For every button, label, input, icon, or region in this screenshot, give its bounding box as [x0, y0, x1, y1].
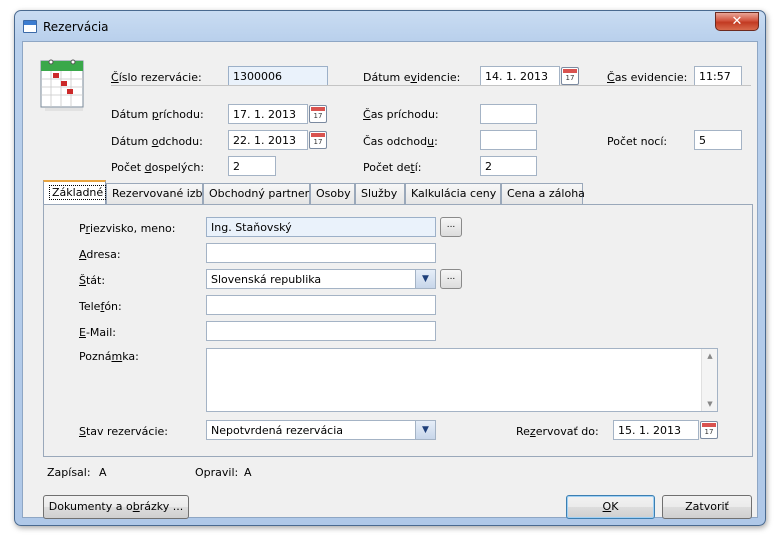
nights-field[interactable]: 5 [694, 130, 742, 150]
title-bar[interactable]: Rezervácia ✕ [15, 11, 765, 41]
children-label: Počet detí: [363, 161, 422, 174]
departure-time-label: Čas odchodu: [363, 135, 438, 148]
status-label: Stav rezervácie: [79, 425, 168, 438]
reserve-until-field[interactable]: 15. 1. 2013 [613, 420, 699, 440]
record-date-label: Dátum evidencie: [363, 71, 461, 84]
departure-date-field[interactable]: 22. 1. 2013 [228, 130, 308, 150]
reservation-number-label: Číslo rezervácie: [111, 71, 202, 84]
record-time-label: Čas evidencie: [607, 71, 688, 84]
state-combobox[interactable]: Slovenská republika ▼ [206, 269, 436, 289]
tab-persons[interactable]: Osoby [310, 183, 355, 204]
phone-field[interactable] [206, 295, 436, 315]
arrival-time-field[interactable] [480, 104, 537, 124]
state-combobox-value: Slovenská republika [211, 273, 322, 286]
arrival-date-label: Dátum príchodu: [111, 108, 204, 121]
address-field[interactable] [206, 243, 436, 263]
scroll-up-icon[interactable]: ▲ [702, 349, 718, 363]
tab-panel-basic: Priezvisko, meno: Ing. Staňovský ... Adr… [43, 204, 753, 457]
record-time-field[interactable]: 11:57 [694, 66, 742, 86]
name-field[interactable]: Ing. Staňovský [206, 217, 436, 237]
tab-price-calculation[interactable]: Kalkulácia ceny [405, 183, 501, 204]
window-title: Rezervácia [43, 20, 109, 34]
status-dropdown-arrow-icon[interactable]: ▼ [415, 421, 435, 439]
nights-label: Počet nocí: [607, 135, 668, 148]
header-separator [111, 85, 751, 86]
record-date-calendar-icon[interactable]: 17 [561, 67, 579, 85]
status-combobox[interactable]: Nepotvrdená rezervácia ▼ [206, 420, 436, 440]
tab-basic[interactable]: Základné [43, 180, 107, 205]
close-button[interactable]: Zatvoriť [662, 495, 752, 519]
reservation-window: Rezervácia ✕ Číslo rezervácie: 1300006 D… [14, 10, 766, 526]
address-label: Adresa: [79, 248, 121, 261]
email-label: E-Mail: [79, 326, 116, 339]
state-label: Štát: [79, 274, 106, 287]
ok-button[interactable]: OK [566, 495, 655, 519]
adults-field[interactable]: 2 [228, 156, 276, 176]
arrival-date-calendar-icon[interactable]: 17 [309, 105, 327, 123]
reserve-until-label: Rezervovať do: [516, 425, 599, 438]
tab-business-partner[interactable]: Obchodný partner [203, 183, 310, 204]
close-window-button[interactable]: ✕ [715, 12, 759, 31]
phone-label: Telefón: [79, 300, 122, 313]
name-browse-button[interactable]: ... [440, 217, 462, 237]
status-combobox-value: Nepotvrdená rezervácia [211, 424, 344, 437]
reserve-until-calendar-icon[interactable]: 17 [700, 421, 718, 439]
note-scrollbar[interactable]: ▲ ▼ [701, 349, 717, 411]
tab-reserved-rooms[interactable]: Rezervované izby [106, 183, 209, 204]
modified-by-value: A [244, 466, 252, 479]
adults-label: Počet dospelých: [111, 161, 205, 174]
departure-date-calendar-icon[interactable]: 17 [309, 131, 327, 149]
state-dropdown-arrow-icon[interactable]: ▼ [415, 270, 435, 288]
modified-by-label: Opravil: [195, 466, 239, 479]
name-label: Priezvisko, meno: [79, 222, 176, 235]
children-field[interactable]: 2 [480, 156, 537, 176]
note-textarea[interactable]: ▲ ▼ [206, 348, 718, 412]
written-by-label: Zapísal: [47, 466, 91, 479]
reservation-number-field[interactable]: 1300006 [228, 66, 328, 86]
tab-services[interactable]: Služby [355, 183, 405, 204]
arrival-date-field[interactable]: 17. 1. 2013 [228, 104, 308, 124]
departure-date-label: Dátum odchodu: [111, 135, 203, 148]
dialog-client-area: Číslo rezervácie: 1300006 Dátum evidenci… [22, 41, 758, 519]
email-field[interactable] [206, 321, 436, 341]
tab-price-and-deposit[interactable]: Cena a záloha [501, 183, 585, 204]
written-by-value: A [99, 466, 107, 479]
reservation-calendar-icon [40, 59, 84, 111]
departure-time-field[interactable] [480, 130, 537, 150]
documents-button[interactable]: Dokumenty a obrázky ... [43, 495, 189, 519]
record-date-field[interactable]: 14. 1. 2013 [480, 66, 560, 86]
state-browse-button[interactable]: ... [440, 269, 462, 289]
note-label: Poznámka: [79, 350, 139, 363]
scroll-down-icon[interactable]: ▼ [702, 397, 718, 411]
arrival-time-label: Čas príchodu: [363, 108, 439, 121]
window-app-icon [23, 20, 37, 33]
